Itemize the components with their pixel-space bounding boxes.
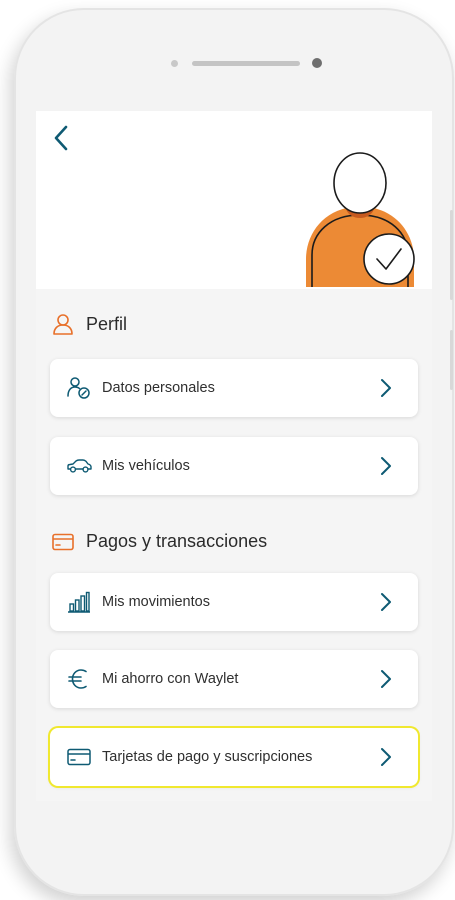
menu-item-datos-personales[interactable]: Datos personales (50, 359, 418, 417)
section-title-pagos: Pagos y transacciones (52, 531, 267, 552)
menu-item-label: Tarjetas de pago y suscripciones (102, 749, 313, 765)
chevron-right-icon (381, 457, 391, 475)
menu-item-tarjetas[interactable]: Tarjetas de pago y suscripciones (50, 728, 418, 786)
front-camera-dot (171, 60, 178, 67)
speaker-grille (192, 61, 300, 66)
phone-side-button (450, 330, 453, 390)
car-icon (66, 453, 92, 479)
menu-item-mis-movimientos[interactable]: Mis movimientos (50, 573, 418, 631)
menu-item-label: Datos personales (102, 380, 215, 396)
section-title-perfil: Perfil (52, 313, 127, 335)
chevron-right-icon (381, 748, 391, 766)
menu-item-label: Mis vehículos (102, 458, 190, 474)
user-icon (53, 314, 73, 335)
card-icon (52, 533, 74, 550)
chevron-left-icon[interactable] (50, 123, 72, 153)
chevron-right-icon (381, 593, 391, 611)
app-screen: Perfil Datos personales Mis vehículos Pa… (36, 111, 432, 801)
menu-item-mi-ahorro[interactable]: Mi ahorro con Waylet (50, 650, 418, 708)
phone-side-button (450, 210, 453, 300)
profile-header (36, 111, 432, 289)
euro-icon (66, 666, 92, 692)
menu-item-label: Mis movimientos (102, 594, 210, 610)
section-title-label: Pagos y transacciones (86, 531, 268, 551)
bar-chart-icon (66, 589, 92, 615)
menu-item-mis-vehiculos[interactable]: Mis vehículos (50, 437, 418, 495)
chevron-right-icon (381, 670, 391, 688)
user-settings-icon (66, 375, 92, 401)
credit-card-icon (66, 744, 92, 770)
menu-item-label: Mi ahorro con Waylet (102, 671, 239, 687)
section-title-label: Perfil (86, 313, 128, 334)
verified-user-avatar (306, 152, 415, 287)
sensor-dot (312, 58, 322, 68)
chevron-right-icon (381, 379, 391, 397)
